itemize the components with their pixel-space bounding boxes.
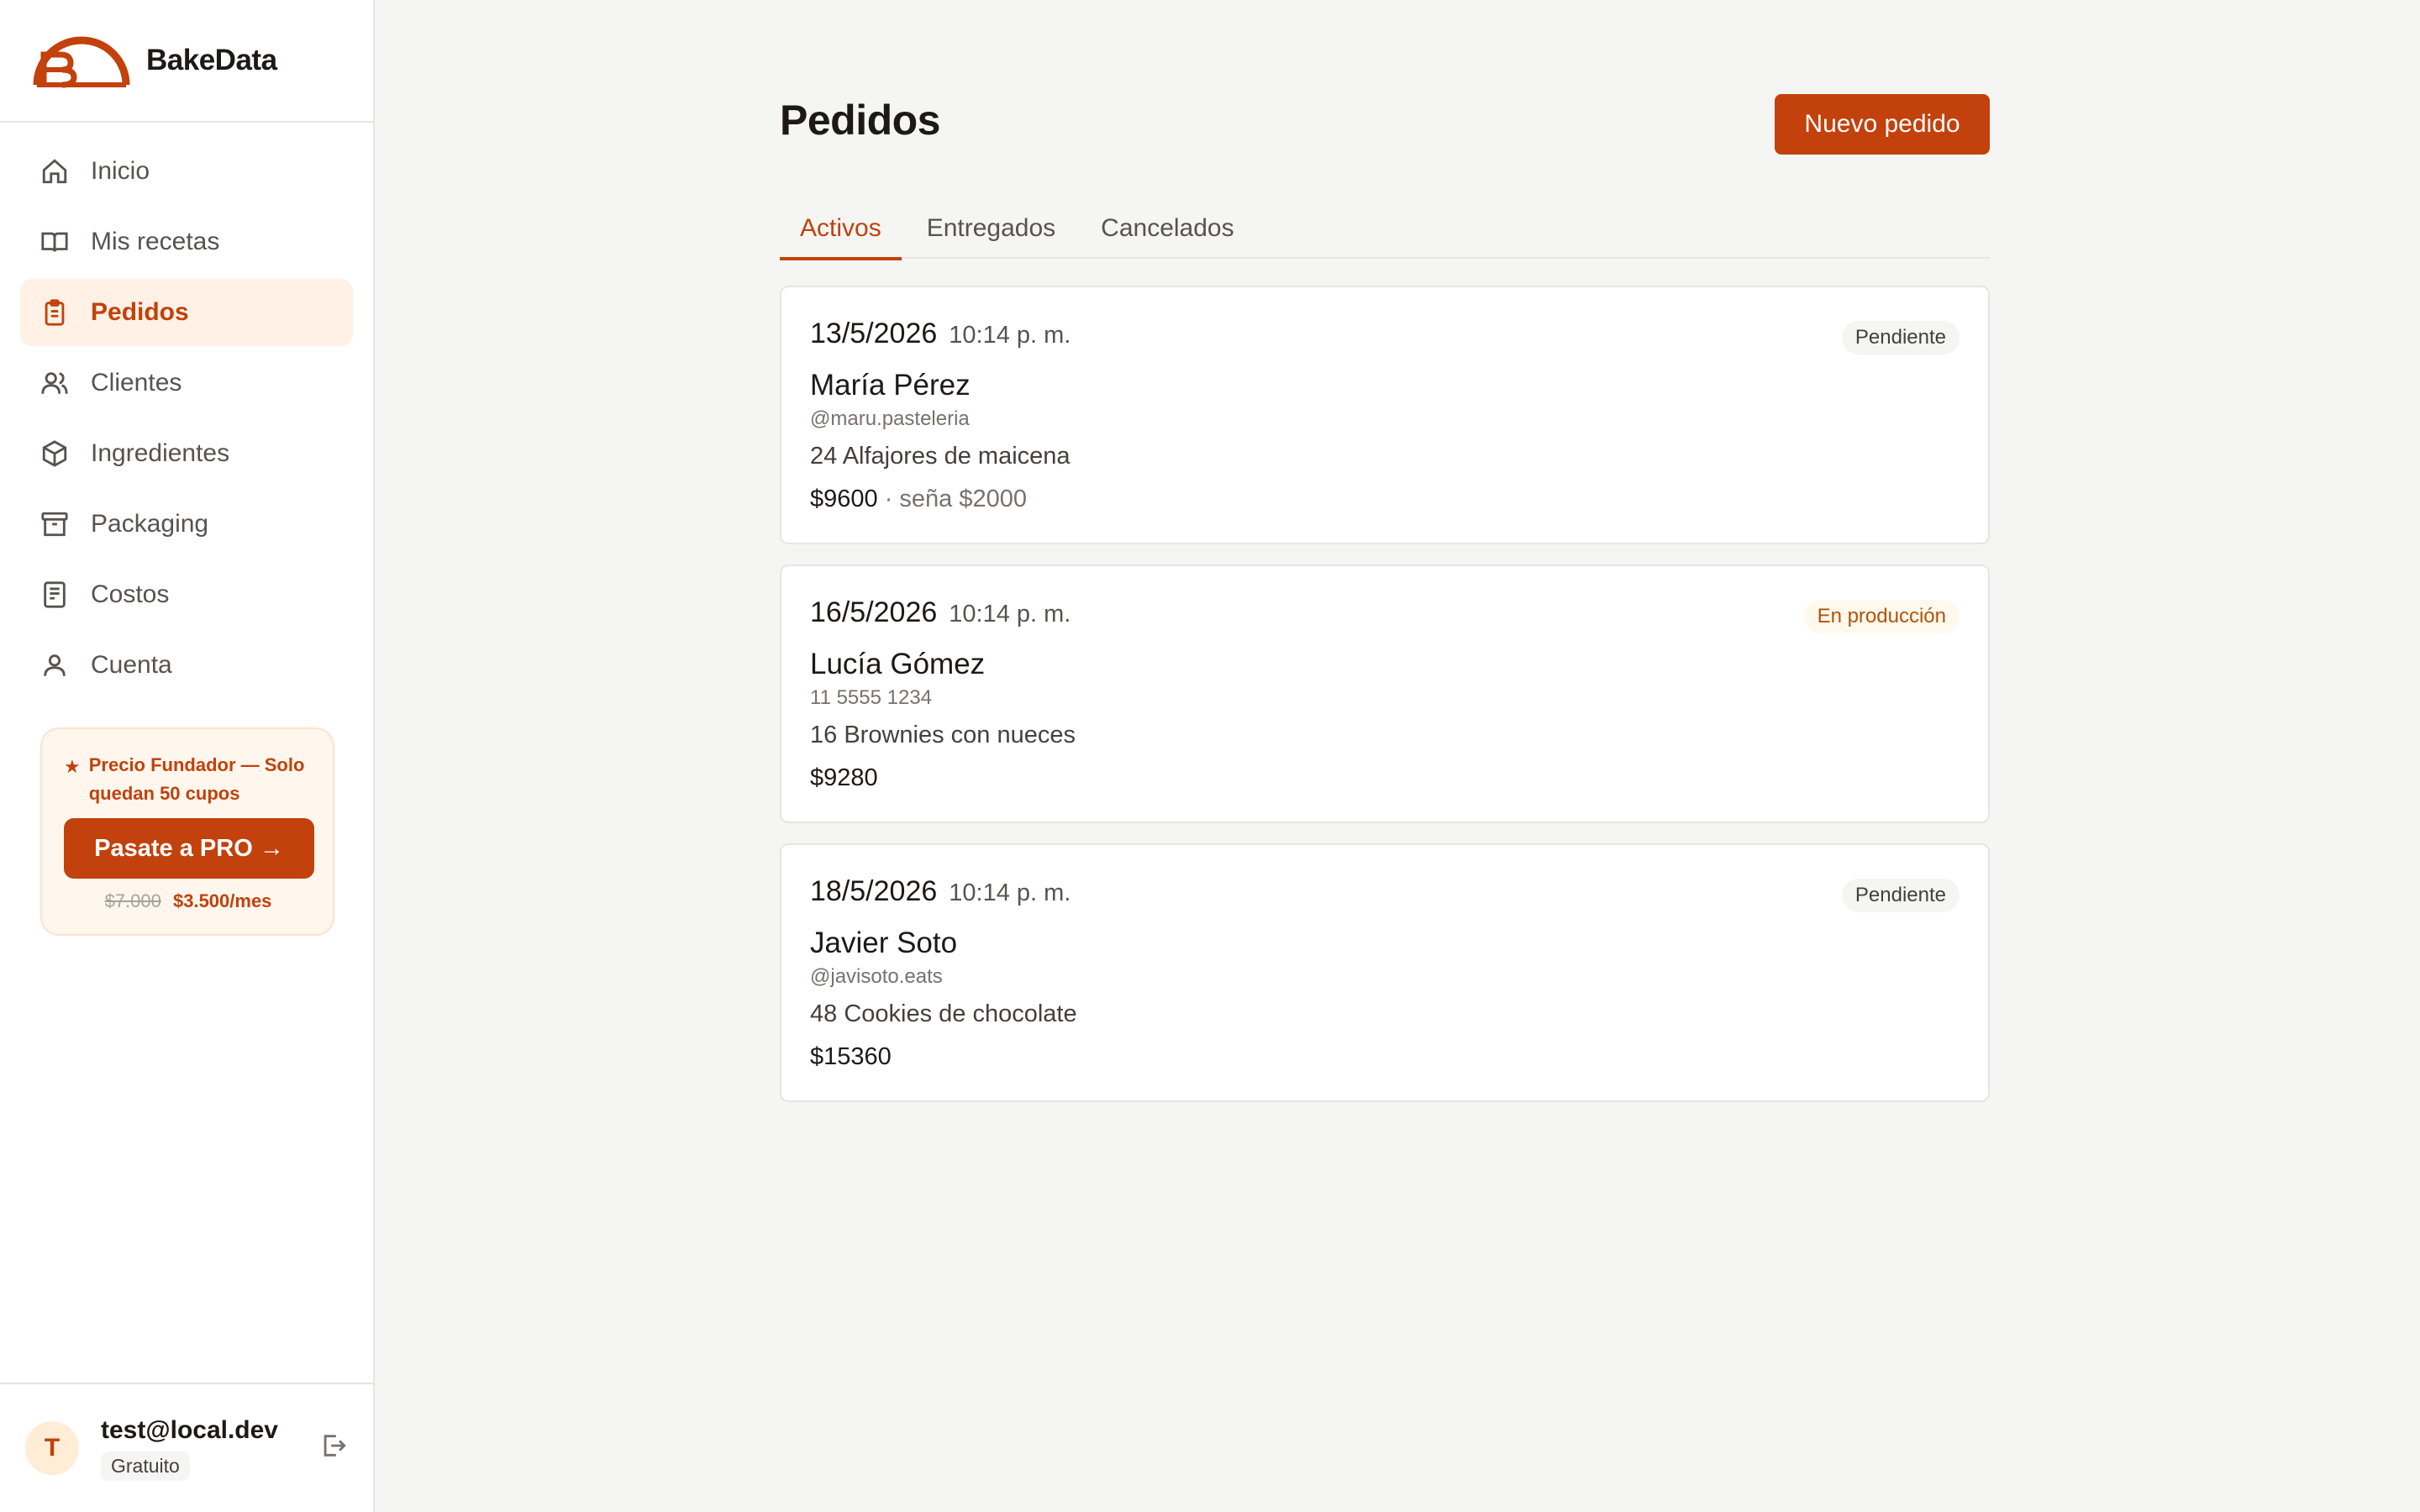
avatar[interactable]: T (25, 1421, 79, 1475)
plan-badge: Gratuito (101, 1451, 190, 1481)
pro-promo-card: ★ Precio Fundador — Solo quedan 50 cupos… (40, 727, 334, 936)
sidebar-item-packaging[interactable]: Packaging (20, 491, 353, 558)
order-card[interactable]: 13/5/2026 10:14 p. m. Pendiente María Pér… (780, 286, 1990, 544)
sidebar-item-ingredientes[interactable]: Ingredientes (20, 420, 353, 487)
order-price-line: $9600 · seña $2000 (810, 486, 1960, 513)
clipboard-icon (40, 298, 69, 327)
user-info: test@local.dev Gratuito (101, 1416, 278, 1481)
main-content: Pedidos Nuevo pedido Activos Entregados … (780, 0, 1990, 1102)
order-card[interactable]: 16/5/2026 10:14 p. m. En producción Lucía… (780, 564, 1990, 823)
tab-entregados[interactable]: Entregados (907, 198, 1076, 259)
order-deposit: · seña $2000 (877, 486, 1028, 512)
order-product: 16 Brownies con nueces (810, 722, 1076, 748)
old-price: $7.000 (104, 890, 161, 911)
new-order-button[interactable]: Nuevo pedido (1775, 94, 1990, 155)
order-date: 13/5/2026 (810, 318, 938, 349)
sidebar: BakeData Inicio Mis recetas Pedidos Clie… (0, 0, 375, 1512)
sidebar-item-clientes[interactable]: Clientes (20, 349, 353, 417)
logout-icon[interactable] (319, 1431, 348, 1460)
archive-icon (40, 510, 69, 538)
customer-contact: @javisoto.eats (810, 965, 943, 988)
sidebar-nav: Inicio Mis recetas Pedidos Clientes Ingr… (0, 123, 373, 699)
sidebar-item-label: Mis recetas (91, 228, 220, 255)
book-icon (40, 228, 69, 256)
promo-header: ★ Precio Fundador — Solo quedan 50 cupos (64, 751, 313, 808)
order-time: 10:14 p. m. (949, 601, 1071, 627)
customer-contact: @maru.pasteleria (810, 407, 970, 430)
sidebar-item-costos[interactable]: Costos (20, 561, 353, 628)
status-badge: Pendiente (1841, 879, 1960, 912)
order-price: $9280 (810, 764, 878, 791)
user-panel: T test@local.dev Gratuito (0, 1383, 373, 1512)
bakedata-logo-icon (33, 36, 130, 88)
order-price-line: $15360 (810, 1043, 1960, 1071)
order-time: 10:14 p. m. (949, 322, 1071, 349)
tab-activos[interactable]: Activos (780, 198, 902, 260)
new-price: $3.500/mes (172, 890, 272, 911)
order-price-line: $9280 (810, 764, 1960, 792)
order-list: 13/5/2026 10:14 p. m. Pendiente María Pér… (780, 286, 1990, 1122)
order-price: $15360 (810, 1043, 892, 1070)
sidebar-item-label: Pedidos (91, 298, 189, 326)
order-product: 48 Cookies de chocolate (810, 1000, 1077, 1027)
order-product: 24 Alfajores de maicena (810, 443, 1071, 470)
customer-name: María Pérez (810, 369, 971, 402)
customer-name: Javier Soto (810, 927, 958, 959)
brand-name: BakeData (146, 44, 277, 76)
promo-text: Precio Fundador — Solo quedan 50 cupos (88, 754, 305, 804)
sidebar-item-label: Inicio (91, 157, 150, 185)
status-badge: En producción (1803, 600, 1960, 633)
sidebar-item-label: Packaging (91, 510, 209, 538)
users-icon (40, 369, 69, 397)
star-icon: ★ (64, 756, 81, 777)
brand-header[interactable]: BakeData (0, 0, 373, 123)
receipt-icon (40, 580, 69, 609)
box-icon (40, 439, 69, 468)
user-email: test@local.dev (101, 1415, 278, 1444)
sidebar-item-inicio[interactable]: Inicio (20, 138, 353, 205)
promo-price: $7.000 $3.500/mes (64, 890, 313, 912)
order-date: 18/5/2026 (810, 875, 938, 907)
page-header: Pedidos Nuevo pedido (780, 0, 1990, 168)
page-title: Pedidos (780, 97, 940, 144)
order-time: 10:14 p. m. (949, 879, 1071, 906)
order-card[interactable]: 18/5/2026 10:14 p. m. Pendiente Javier So… (780, 843, 1990, 1102)
user-icon (40, 651, 69, 680)
status-badge: Pendiente (1841, 321, 1960, 354)
sidebar-item-label: Ingredientes (91, 439, 230, 467)
sidebar-item-label: Costos (91, 580, 170, 608)
upgrade-pro-button[interactable]: Pasate a PRO → (64, 818, 314, 879)
sidebar-item-pedidos[interactable]: Pedidos (20, 279, 353, 346)
sidebar-item-mis-recetas[interactable]: Mis recetas (20, 208, 353, 276)
customer-name: Lucía Gómez (810, 648, 986, 680)
tab-cancelados[interactable]: Cancelados (1081, 198, 1254, 259)
order-price: $9600 (810, 486, 878, 512)
sidebar-item-label: Clientes (91, 369, 182, 396)
sidebar-item-label: Cuenta (91, 651, 172, 679)
customer-contact: 11 5555 1234 (810, 686, 933, 709)
order-date: 16/5/2026 (810, 596, 938, 628)
home-icon (40, 157, 69, 186)
sidebar-item-cuenta[interactable]: Cuenta (20, 632, 353, 699)
order-tabs: Activos Entregados Cancelados (780, 198, 1990, 260)
